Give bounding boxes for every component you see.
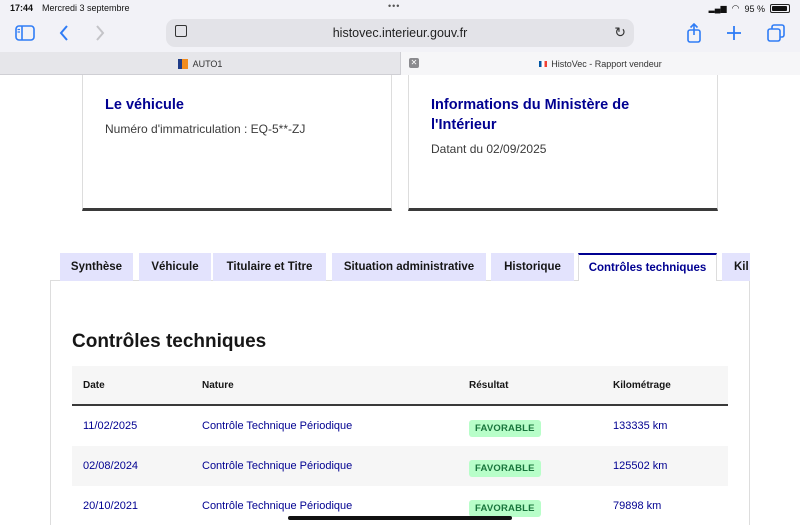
row-nature: Contrôle Technique Périodique — [202, 500, 353, 512]
row-date: 02/08/2024 — [83, 460, 139, 472]
address-bar[interactable]: histovec.interieur.gouv.fr ↻ — [166, 19, 634, 47]
result-badge: FAVORABLE — [469, 460, 541, 477]
column-header-nature: Nature — [202, 380, 234, 391]
auto1-logo-icon — [177, 58, 188, 69]
tabs-overview-icon[interactable] — [764, 22, 788, 44]
vehicle-card: Le véhicule Numéro d'immatriculation : E… — [82, 75, 392, 211]
table-row: 11/02/2025 Contrôle Technique Périodique… — [72, 406, 728, 446]
sidebar-icon[interactable] — [13, 22, 37, 44]
row-date: 20/10/2021 — [83, 500, 139, 512]
new-tab-icon[interactable] — [722, 22, 746, 44]
column-header-result: Résultat — [469, 380, 509, 391]
section-title: Contrôles techniques — [72, 331, 267, 352]
browser-toolbar: histovec.interieur.gouv.fr ↻ — [0, 16, 800, 52]
forward-icon[interactable] — [88, 22, 112, 44]
share-icon[interactable] — [682, 22, 706, 44]
french-flag-icon — [539, 60, 548, 67]
browser-tab-histovec[interactable]: ✕ HistoVec - Rapport vendeur — [400, 52, 800, 75]
tab-vehicule[interactable]: Véhicule — [139, 253, 211, 281]
back-icon[interactable] — [52, 22, 76, 44]
reload-icon[interactable]: ↻ — [614, 24, 626, 41]
ministry-date: Datant du 02/09/2025 — [431, 142, 547, 156]
vehicle-plate: Numéro d'immatriculation : EQ-5**-ZJ — [105, 122, 306, 136]
row-km: 79898 km — [613, 500, 662, 512]
status-bar: 17:44 Mercredi 3 septembre ••• ▂▄▆ ◠ 95 … — [0, 0, 800, 16]
column-header-date: Date — [83, 380, 105, 391]
signal-icon: ▂▄▆ — [708, 4, 727, 13]
tab-situation-administrative[interactable]: Situation administrative — [332, 253, 486, 281]
row-km: 125502 km — [613, 460, 668, 472]
tab-kilometrage[interactable]: Kil — [722, 253, 750, 281]
close-tab-icon[interactable]: ✕ — [409, 58, 419, 68]
vehicle-card-title: Le véhicule — [105, 97, 184, 113]
table-row: 02/08/2024 Contrôle Technique Périodique… — [72, 446, 728, 486]
row-date: 11/02/2025 — [83, 420, 138, 432]
home-indicator[interactable] — [288, 516, 512, 520]
status-date: Mercredi 3 septembre — [42, 3, 130, 13]
report-tabs: Synthèse Véhicule Titulaire et Titre Sit… — [60, 253, 750, 281]
ministry-title-line1: Informations du Ministère de — [431, 97, 630, 113]
column-header-km: Kilométrage — [613, 380, 671, 391]
tab-historique[interactable]: Historique — [491, 253, 574, 281]
row-nature: Contrôle Technique Périodique — [202, 460, 353, 472]
browser-tab-strip: AUTO1 ✕ HistoVec - Rapport vendeur — [0, 52, 800, 75]
table-header: Date Nature Résultat Kilométrage — [72, 366, 728, 406]
result-badge: FAVORABLE — [469, 500, 541, 517]
url-text[interactable]: histovec.interieur.gouv.fr — [166, 26, 634, 40]
multitask-dots-icon[interactable]: ••• — [388, 1, 400, 11]
status-time: 17:44 — [10, 3, 34, 13]
row-nature: Contrôle Technique Périodique — [202, 420, 353, 432]
ministry-card: Informations du Ministère de l'Intérieur… — [408, 75, 718, 211]
browser-tab-label: AUTO1 — [192, 58, 223, 69]
tab-controles-techniques[interactable]: Contrôles techniques — [578, 253, 717, 281]
ministry-title-line2: l'Intérieur — [431, 117, 497, 133]
tab-titulaire[interactable]: Titulaire et Titre — [213, 253, 326, 281]
browser-tab-label: HistoVec - Rapport vendeur — [551, 58, 662, 69]
battery-icon — [770, 4, 790, 13]
battery-percent: 95 % — [744, 3, 765, 14]
row-km: 133335 km — [613, 420, 668, 432]
browser-tab-auto1[interactable]: AUTO1 — [0, 52, 400, 75]
ministry-card-title: Informations du Ministère de l'Intérieur — [431, 95, 695, 135]
wifi-icon: ◠ — [731, 3, 740, 13]
tab-synthese[interactable]: Synthèse — [60, 253, 133, 281]
result-badge: FAVORABLE — [469, 420, 541, 437]
status-right: ▂▄▆ ◠ 95 % — [709, 3, 790, 14]
